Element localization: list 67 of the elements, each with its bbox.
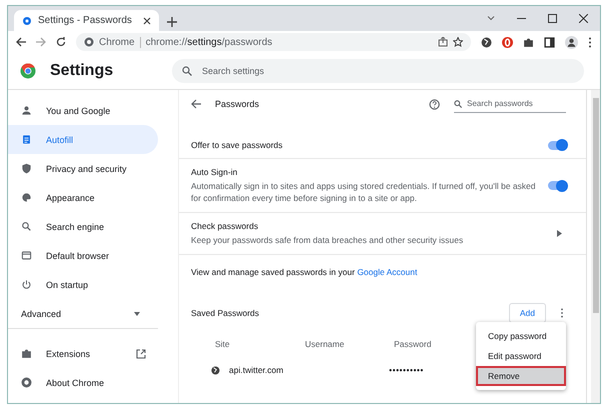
account-text: View and manage saved passwords in your Google Account [191,267,418,277]
reload-icon[interactable] [56,37,66,47]
star-icon[interactable] [453,37,463,47]
sidebar-item[interactable]: Extensions [8,339,158,368]
close-icon[interactable] [579,14,588,23]
origin-label: Chrome [99,36,135,48]
google-account-link[interactable]: Google Account [357,267,418,277]
profile-avatar-icon[interactable] [565,36,578,48]
search-field[interactable]: Search settings [202,66,574,76]
search-icon [21,221,32,232]
sidebar-item[interactable]: Search engine [8,212,158,241]
menu-item[interactable]: Remove [476,366,566,386]
external-link-icon [136,348,146,358]
browser-tab[interactable]: Settings - Passwords [14,10,159,31]
saved-passwords-heading: Saved Passwords [191,308,260,318]
setting-description: Keep your passwords safe from data breaches and other security issues [191,234,464,246]
url-text: chrome://settings/passwords [146,36,272,48]
share-icon[interactable] [438,37,448,47]
browser-window-icon [21,250,32,261]
site-cell-text: api.twitter.com [229,365,284,375]
setting-description: Automatically sign in to sites and apps using stored credentials. If turned off, you'll be asked for confirmation every time before signing in to a site or app. [191,180,536,204]
back-arrow-icon[interactable] [16,37,26,47]
close-icon[interactable] [143,16,151,24]
back-arrow-icon[interactable] [191,99,201,109]
sidebar-item[interactable]: You and Google [8,96,158,125]
setting-title: Check passwords [191,221,260,231]
menu-item[interactable]: Copy password [476,326,566,346]
help-icon[interactable] [429,98,440,110]
clipboard-icon [21,134,32,145]
power-icon [21,279,32,290]
caret-icon [134,312,140,316]
section-title: Passwords [215,99,260,109]
address-bar[interactable]: Chrome chrome://settings/passwords [76,33,471,51]
maximize-icon[interactable] [548,14,557,23]
sidebar-item[interactable]: On startup [8,270,158,299]
sidebar-item[interactable]: About Chrome [8,368,158,397]
person-icon [21,105,32,116]
side-panel-icon[interactable] [544,36,555,48]
column-header: Username [305,339,346,349]
column-header: Password [394,339,432,349]
menu-item[interactable]: Edit password [476,346,566,366]
sidebar-item[interactable]: Appearance [8,183,158,212]
setting-title: Auto Sign-in [191,167,238,177]
shield-icon [21,163,32,174]
caret-right-icon[interactable] [557,230,562,237]
advanced-section-toggle[interactable]: Advanced [8,299,158,329]
sidebar-item[interactable]: Autofill [8,125,158,154]
palette-icon [21,192,32,203]
search-bar[interactable]: Search settings [172,59,584,83]
page-title: Settings [50,62,114,80]
setting-title: Offer to save passwords [191,140,284,150]
more-menu-icon[interactable] [560,308,564,318]
extension-o-icon[interactable] [502,36,513,48]
password-cell-text: •••••••••• [389,365,425,375]
sidebar-item[interactable]: Default browser [8,241,158,270]
more-menu-icon[interactable] [588,36,592,48]
add-button[interactable]: Add [508,303,546,323]
sidebar-item[interactable]: Privacy and security [8,154,158,183]
chevron-down-icon[interactable] [487,14,495,22]
scrollbar[interactable] [591,90,600,403]
search-icon [454,100,462,108]
column-header: Site [215,339,231,349]
toggle-switch[interactable] [548,181,566,190]
toggle-switch[interactable] [548,140,566,150]
search-icon [182,66,192,76]
plus-icon[interactable] [167,17,177,27]
search-passwords-field[interactable]: Search passwords [467,99,562,108]
